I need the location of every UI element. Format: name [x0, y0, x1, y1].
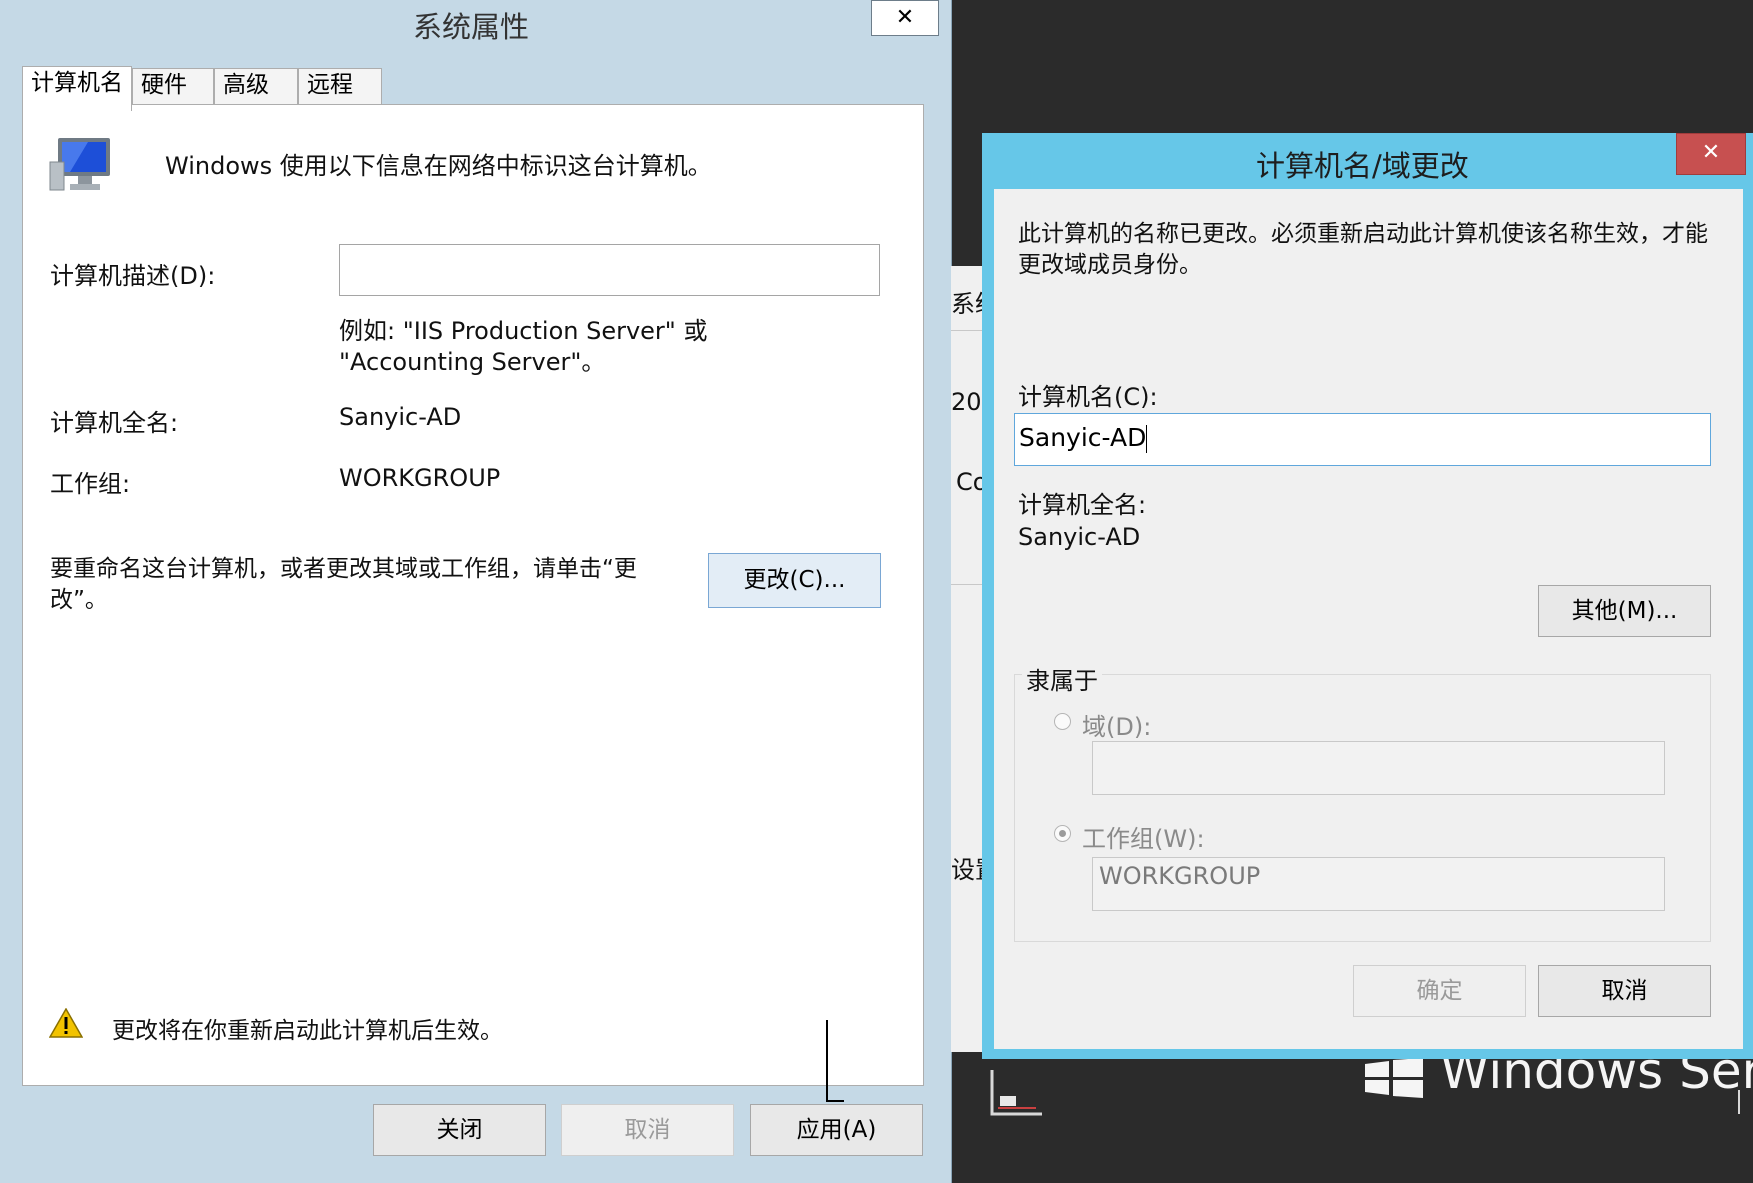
desktop-mark: [1738, 1090, 1740, 1114]
windows-logo-icon: [1365, 1058, 1423, 1098]
example-text: 例如: "IIS Production Server" 或 "Accountin…: [339, 317, 708, 376]
tab-advanced[interactable]: 高级: [214, 68, 298, 105]
tab-computer-name[interactable]: 计算机名: [22, 66, 132, 111]
workgroup-label: 工作组:: [50, 470, 131, 498]
warning-text: 更改将在你重新启动此计算机后生效。: [112, 1018, 503, 1044]
full-name-label: 计算机全名:: [50, 409, 179, 437]
cancel-button[interactable]: 取消: [561, 1104, 734, 1156]
computer-name-change-dialog: 计算机名/域更改 ✕ 此计算机的名称已更改。必须重新启动此计算机使该名称生效，才…: [982, 133, 1753, 1059]
caret: [1146, 425, 1148, 453]
close-dialog-button[interactable]: 关闭: [373, 1104, 546, 1156]
close-icon: ✕: [895, 5, 915, 30]
computer-monitor-icon: [48, 136, 116, 194]
restart-message: 此计算机的名称已更改。必须重新启动此计算机使该名称生效，才能更改域成员身份。: [1018, 221, 1708, 278]
more-button[interactable]: 其他(M)...: [1538, 585, 1711, 637]
cancel-button[interactable]: 取消: [1538, 965, 1711, 1017]
ok-button[interactable]: 确定: [1353, 965, 1526, 1017]
workgroup-input[interactable]: WORKGROUP: [1092, 857, 1665, 911]
rename-hint: 要重命名这台计算机，或者更改其域或工作组，请单击“更改”。: [50, 556, 637, 613]
workgroup-value: WORKGROUP: [339, 464, 501, 492]
member-of-label: 隶属于: [1022, 661, 1102, 696]
tab-label: 远程: [307, 72, 353, 98]
computer-name-value: Sanyic-AD: [1019, 423, 1147, 452]
tab-label: 硬件: [141, 72, 187, 98]
tab-remote[interactable]: 远程: [298, 68, 382, 105]
window-title: 计算机名/域更改: [1256, 149, 1469, 183]
intro-text: Windows 使用以下信息在网络中标识这台计算机。: [165, 152, 712, 180]
domain-input[interactable]: [1092, 741, 1665, 795]
workgroup-label: 工作组(W):: [1082, 825, 1205, 853]
computer-name-input[interactable]: Sanyic-AD: [1014, 413, 1711, 466]
text-cursor-foot: [826, 1100, 844, 1102]
small-window-outline-icon: [990, 1070, 1042, 1116]
tab-hardware[interactable]: 硬件: [132, 68, 214, 105]
full-name-value: Sanyic-AD: [339, 403, 462, 431]
system-properties-dialog: 系统属性 ✕ 计算机名 硬件 高级 远程 Windows 使用以下信息在网络中标…: [0, 0, 952, 1183]
apply-button[interactable]: 应用(A): [750, 1104, 923, 1156]
text-cursor-line: [826, 1020, 828, 1102]
description-label: 计算机描述(D):: [50, 262, 216, 290]
change-button[interactable]: 更改(C)...: [708, 553, 881, 608]
tab-label: 计算机名: [31, 70, 123, 96]
close-icon: ✕: [1701, 140, 1721, 165]
workgroup-radio[interactable]: [1054, 825, 1071, 842]
description-input[interactable]: [339, 244, 880, 296]
full-name-label: 计算机全名:: [1018, 491, 1147, 519]
computer-name-label: 计算机名(C):: [1018, 383, 1158, 411]
domain-radio[interactable]: [1054, 713, 1071, 730]
close-button[interactable]: ✕: [871, 0, 939, 36]
window-title: 系统属性: [413, 10, 530, 44]
workgroup-value: WORKGROUP: [1099, 862, 1261, 890]
tab-label: 高级: [223, 72, 269, 98]
close-button[interactable]: ✕: [1676, 133, 1746, 175]
domain-label: 域(D):: [1082, 713, 1152, 741]
warning-icon: [48, 1007, 84, 1038]
full-name-value: Sanyic-AD: [1018, 523, 1141, 551]
